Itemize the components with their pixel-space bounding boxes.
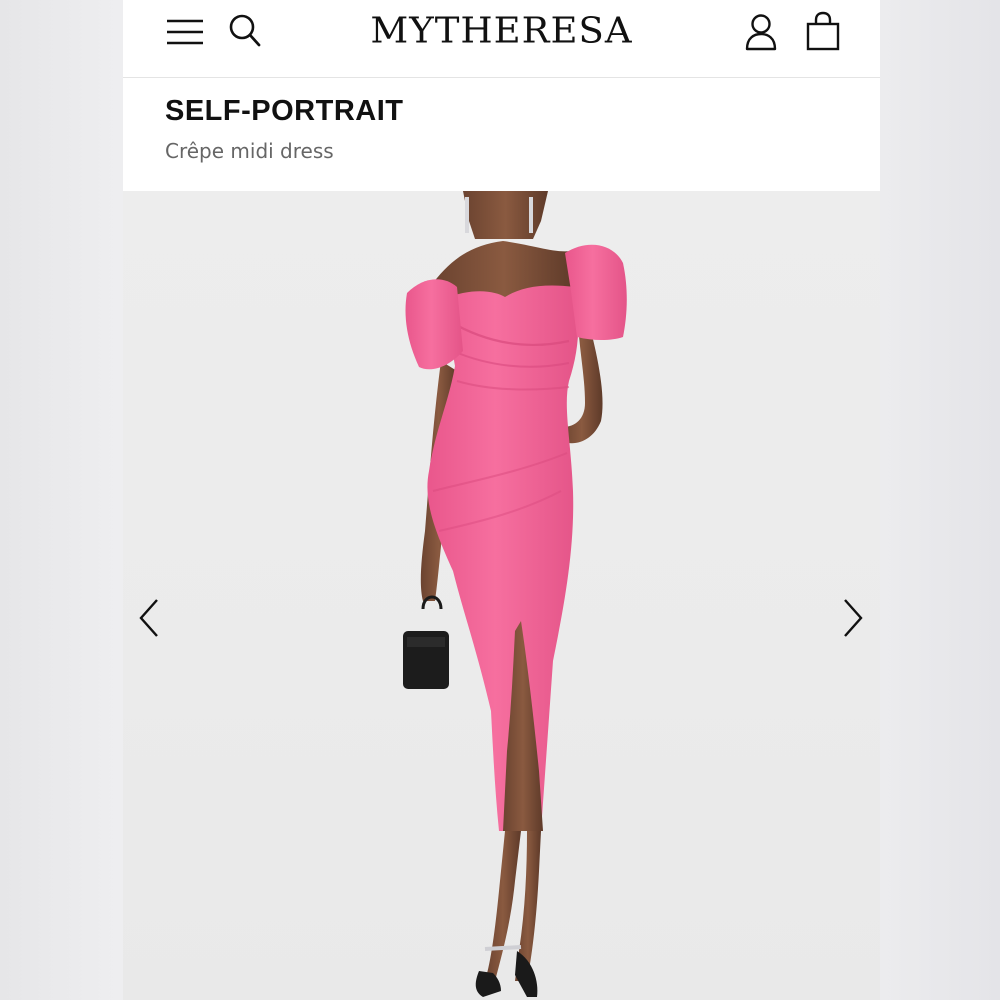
top-navigation-bar: MYTHERESA — [123, 0, 880, 78]
chevron-left-icon — [139, 599, 158, 637]
previous-image-button[interactable] — [129, 590, 169, 646]
user-icon — [745, 14, 777, 51]
model-figure — [403, 191, 627, 997]
search-button[interactable] — [225, 10, 265, 52]
mytheresa-logo[interactable]: MYTHERESA — [323, 9, 680, 53]
search-icon — [229, 14, 261, 47]
brand-name[interactable]: SELF-PORTRAIT — [165, 95, 404, 128]
account-button[interactable] — [741, 10, 781, 54]
product-image-gallery[interactable] — [123, 191, 880, 1000]
app-screen: MYTHERESA SELF-PORTRAIT Crêpe midi dress — [123, 0, 880, 1000]
product-name: Crêpe midi dress — [165, 139, 334, 163]
menu-button[interactable] — [163, 12, 207, 52]
hamburger-menu-icon — [167, 19, 203, 45]
shopping-bag-icon — [806, 11, 840, 51]
header-divider — [123, 77, 880, 78]
shopping-bag-button[interactable] — [803, 8, 843, 54]
next-image-button[interactable] — [833, 590, 873, 646]
product-photo — [403, 191, 627, 997]
product-header: SELF-PORTRAIT Crêpe midi dress — [123, 79, 880, 191]
chevron-right-icon — [844, 599, 863, 637]
